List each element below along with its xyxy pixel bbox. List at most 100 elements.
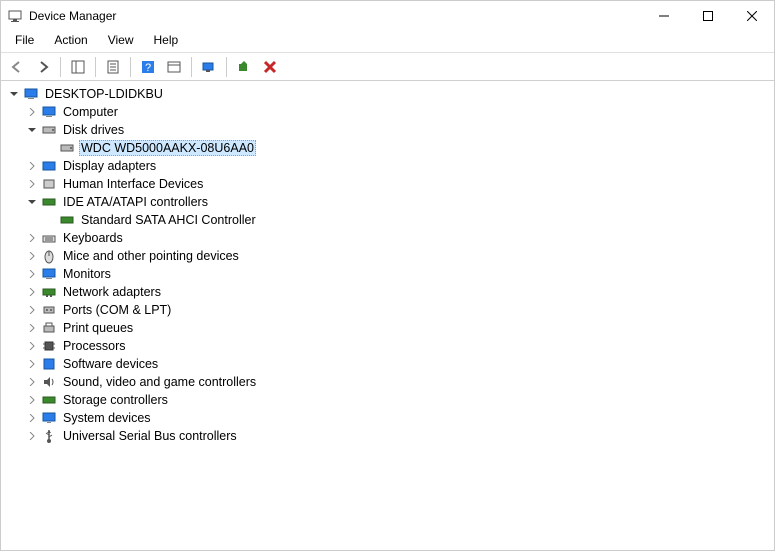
svg-text:?: ? — [145, 62, 151, 74]
chevron-down-icon[interactable] — [25, 123, 39, 137]
tree-node-system-devices[interactable]: System devices — [7, 409, 768, 427]
tree-node-wdc-disk[interactable]: WDC WD5000AAKX-08U6AA0 — [7, 139, 768, 157]
tree-node-hid[interactable]: Human Interface Devices — [7, 175, 768, 193]
printer-icon — [41, 320, 57, 336]
processor-icon — [41, 338, 57, 354]
mouse-icon — [41, 248, 57, 264]
menu-help[interactable]: Help — [144, 31, 189, 52]
display-adapter-icon — [41, 158, 57, 174]
tree-node-mice[interactable]: Mice and other pointing devices — [7, 247, 768, 265]
tree-node-sound[interactable]: Sound, video and game controllers — [7, 373, 768, 391]
chevron-right-icon[interactable] — [25, 393, 39, 407]
tree-node-usb[interactable]: Universal Serial Bus controllers — [7, 427, 768, 445]
properties-button[interactable] — [101, 55, 125, 79]
tree-node-print-queues[interactable]: Print queues — [7, 319, 768, 337]
usb-icon — [41, 428, 57, 444]
chevron-right-icon[interactable] — [25, 303, 39, 317]
chevron-right-icon[interactable] — [25, 249, 39, 263]
system-device-icon — [41, 410, 57, 426]
node-label: Network adapters — [61, 285, 163, 299]
separator — [95, 57, 96, 77]
monitor-icon — [41, 104, 57, 120]
uninstall-device-button[interactable] — [258, 55, 282, 79]
ide-controller-icon — [59, 212, 75, 228]
chevron-right-icon[interactable] — [25, 105, 39, 119]
chevron-right-icon[interactable] — [25, 285, 39, 299]
node-label: Standard SATA AHCI Controller — [79, 213, 258, 227]
update-driver-button[interactable] — [162, 55, 186, 79]
root-label: DESKTOP-LDIDKBU — [43, 87, 165, 101]
node-label: Ports (COM & LPT) — [61, 303, 173, 317]
back-button[interactable] — [5, 55, 29, 79]
tree-node-network[interactable]: Network adapters — [7, 283, 768, 301]
chevron-down-icon[interactable] — [25, 195, 39, 209]
chevron-right-icon[interactable] — [25, 321, 39, 335]
node-label: WDC WD5000AAKX-08U6AA0 — [79, 140, 256, 156]
node-label: Print queues — [61, 321, 135, 335]
node-label: Storage controllers — [61, 393, 170, 407]
node-label: Processors — [61, 339, 128, 353]
software-device-icon — [41, 356, 57, 372]
window-title: Device Manager — [29, 9, 642, 23]
network-adapter-icon — [41, 284, 57, 300]
storage-controller-icon — [41, 392, 57, 408]
chevron-down-icon[interactable] — [7, 87, 21, 101]
chevron-spacer — [43, 213, 57, 227]
tree-node-monitors[interactable]: Monitors — [7, 265, 768, 283]
tree-node-ide[interactable]: IDE ATA/ATAPI controllers — [7, 193, 768, 211]
help-button[interactable]: ? — [136, 55, 160, 79]
ide-controller-icon — [41, 194, 57, 210]
disk-drive-icon — [41, 122, 57, 138]
chevron-right-icon[interactable] — [25, 177, 39, 191]
menu-view[interactable]: View — [98, 31, 144, 52]
node-label: IDE ATA/ATAPI controllers — [61, 195, 210, 209]
node-label: Sound, video and game controllers — [61, 375, 258, 389]
show-hide-tree-button[interactable] — [66, 55, 90, 79]
chevron-right-icon[interactable] — [25, 159, 39, 173]
chevron-right-icon[interactable] — [25, 231, 39, 245]
chevron-right-icon[interactable] — [25, 267, 39, 281]
device-tree[interactable]: DESKTOP-LDIDKBU Computer Disk drives WDC… — [1, 81, 774, 552]
node-label: Universal Serial Bus controllers — [61, 429, 239, 443]
tree-node-disk-drives[interactable]: Disk drives — [7, 121, 768, 139]
tree-root[interactable]: DESKTOP-LDIDKBU — [7, 85, 768, 103]
node-label: Mice and other pointing devices — [61, 249, 241, 263]
tree-node-computer[interactable]: Computer — [7, 103, 768, 121]
chevron-right-icon[interactable] — [25, 357, 39, 371]
keyboard-icon — [41, 230, 57, 246]
tree-node-storage[interactable]: Storage controllers — [7, 391, 768, 409]
maximize-button[interactable] — [686, 1, 730, 31]
node-label: Human Interface Devices — [61, 177, 205, 191]
menu-file[interactable]: File — [5, 31, 44, 52]
chevron-right-icon[interactable] — [25, 411, 39, 425]
monitor-icon — [41, 266, 57, 282]
node-label: Display adapters — [61, 159, 158, 173]
chevron-right-icon[interactable] — [25, 375, 39, 389]
separator — [60, 57, 61, 77]
minimize-button[interactable] — [642, 1, 686, 31]
scan-hardware-button[interactable] — [197, 55, 221, 79]
app-icon — [7, 8, 23, 24]
node-label: Keyboards — [61, 231, 125, 245]
node-label: System devices — [61, 411, 153, 425]
separator — [130, 57, 131, 77]
sound-icon — [41, 374, 57, 390]
chevron-spacer — [43, 141, 57, 155]
menu-action[interactable]: Action — [44, 31, 97, 52]
tree-node-processors[interactable]: Processors — [7, 337, 768, 355]
tree-node-keyboards[interactable]: Keyboards — [7, 229, 768, 247]
tree-node-sata-controller[interactable]: Standard SATA AHCI Controller — [7, 211, 768, 229]
forward-button[interactable] — [31, 55, 55, 79]
window-buttons — [642, 1, 774, 31]
chevron-right-icon[interactable] — [25, 339, 39, 353]
close-button[interactable] — [730, 1, 774, 31]
tree-node-software-devices[interactable]: Software devices — [7, 355, 768, 373]
port-icon — [41, 302, 57, 318]
computer-icon — [23, 86, 39, 102]
node-label: Computer — [61, 105, 120, 119]
node-label: Disk drives — [61, 123, 126, 137]
chevron-right-icon[interactable] — [25, 429, 39, 443]
enable-device-button[interactable] — [232, 55, 256, 79]
tree-node-ports[interactable]: Ports (COM & LPT) — [7, 301, 768, 319]
tree-node-display-adapters[interactable]: Display adapters — [7, 157, 768, 175]
